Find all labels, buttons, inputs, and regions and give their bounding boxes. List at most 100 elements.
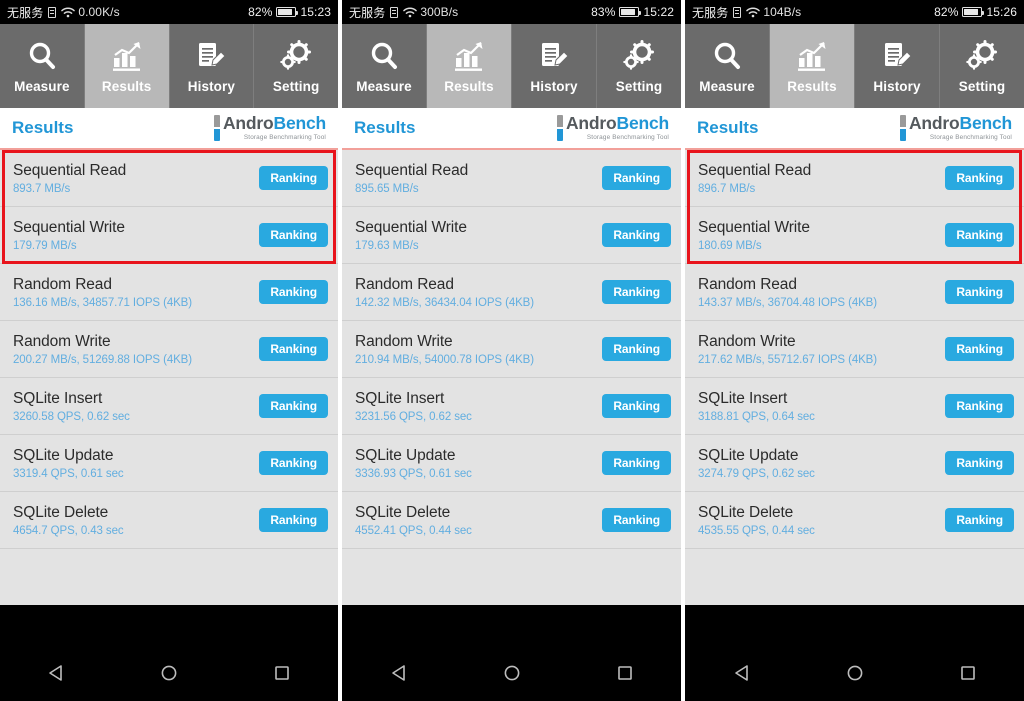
ranking-button[interactable]: Ranking bbox=[945, 394, 1014, 418]
ranking-button[interactable]: Ranking bbox=[259, 394, 328, 418]
androbench-logo: AndroBench Storage Benchmarking Tool bbox=[213, 114, 326, 141]
ranking-button[interactable]: Ranking bbox=[602, 223, 671, 247]
table-row[interactable]: Random Read 143.37 MB/s, 36704.48 IOPS (4… bbox=[685, 264, 1024, 321]
tab-label: Setting bbox=[958, 79, 1006, 94]
network-speed-label: 0.00K/s bbox=[78, 5, 120, 19]
table-row[interactable]: Sequential Read 896.7 MB/s Ranking bbox=[685, 150, 1024, 207]
table-row[interactable]: SQLite Update 3336.93 QPS, 0.61 sec Rankin… bbox=[342, 435, 681, 492]
network-speed-label: 104B/s bbox=[763, 5, 802, 19]
magnifier-icon bbox=[368, 38, 400, 74]
table-row[interactable]: Sequential Write 180.69 MB/s Ranking bbox=[685, 207, 1024, 264]
table-row[interactable]: SQLite Delete 4535.55 QPS, 0.44 sec Rankin… bbox=[685, 492, 1024, 549]
table-row[interactable]: SQLite Insert 3188.81 QPS, 0.64 sec Rankin… bbox=[685, 378, 1024, 435]
benchmark-name: Sequential Read bbox=[355, 161, 469, 179]
tab-label: Results bbox=[787, 79, 837, 94]
table-row[interactable]: Random Read 142.32 MB/s, 36434.04 IOPS (4… bbox=[342, 264, 681, 321]
tab-setting[interactable]: Setting bbox=[254, 24, 338, 108]
ranking-button[interactable]: Ranking bbox=[945, 451, 1014, 475]
tab-measure[interactable]: Measure bbox=[0, 24, 85, 108]
bar-chart-icon bbox=[453, 38, 485, 74]
table-row[interactable]: SQLite Delete 4552.41 QPS, 0.44 sec Rankin… bbox=[342, 492, 681, 549]
table-row[interactable]: Random Write 200.27 MB/s, 51269.88 IOPS (… bbox=[0, 321, 338, 378]
table-row[interactable]: Sequential Write 179.79 MB/s Ranking bbox=[0, 207, 338, 264]
logo-secondary-text: Bench bbox=[959, 113, 1013, 134]
tab-history[interactable]: History bbox=[170, 24, 255, 108]
ranking-button[interactable]: Ranking bbox=[259, 451, 328, 475]
tab-results[interactable]: Results bbox=[770, 24, 855, 108]
home-circle-icon[interactable] bbox=[145, 663, 193, 683]
benchmark-name: SQLite Update bbox=[355, 446, 456, 464]
recents-square-icon[interactable] bbox=[258, 663, 306, 683]
ranking-button[interactable]: Ranking bbox=[602, 337, 671, 361]
page-title: Results bbox=[12, 118, 74, 137]
table-row[interactable]: Sequential Write 179.63 MB/s Ranking bbox=[342, 207, 681, 264]
home-circle-icon[interactable] bbox=[488, 663, 536, 683]
ranking-button[interactable]: Ranking bbox=[945, 508, 1014, 532]
phone-screen-3: 无服务 104B/s 82% 15:26 Measure Results History Se… bbox=[685, 0, 1024, 701]
ranking-button[interactable]: Ranking bbox=[602, 451, 671, 475]
table-row[interactable]: Random Read 136.16 MB/s, 34857.71 IOPS (4… bbox=[0, 264, 338, 321]
back-triangle-icon[interactable] bbox=[375, 663, 423, 683]
benchmark-value: 3319.4 QPS, 0.61 sec bbox=[13, 467, 124, 480]
benchmark-name: Random Write bbox=[13, 332, 111, 350]
ranking-button[interactable]: Ranking bbox=[259, 280, 328, 304]
table-row[interactable]: SQLite Delete 4654.7 QPS, 0.43 sec Ranking bbox=[0, 492, 338, 549]
table-row[interactable]: SQLite Update 3274.79 QPS, 0.62 sec Rankin… bbox=[685, 435, 1024, 492]
benchmark-value: 896.7 MB/s bbox=[698, 182, 756, 195]
tab-label: Results bbox=[101, 79, 152, 94]
gears-icon bbox=[280, 38, 312, 74]
benchmark-value: 893.7 MB/s bbox=[13, 182, 71, 195]
app-header: Results AndroBench Storage Benchmarking To… bbox=[685, 108, 1024, 150]
benchmark-value: 179.79 MB/s bbox=[13, 239, 77, 252]
table-row[interactable]: SQLite Update 3319.4 QPS, 0.61 sec Ranking bbox=[0, 435, 338, 492]
back-triangle-icon[interactable] bbox=[718, 663, 766, 683]
ranking-button[interactable]: Ranking bbox=[945, 166, 1014, 190]
tab-setting[interactable]: Setting bbox=[940, 24, 1024, 108]
benchmark-value: 142.32 MB/s, 36434.04 IOPS (4KB) bbox=[355, 296, 534, 309]
results-list: Sequential Read 895.65 MB/s Ranking Sequent… bbox=[342, 150, 681, 605]
tab-label: History bbox=[873, 79, 921, 94]
ranking-button[interactable]: Ranking bbox=[259, 337, 328, 361]
page-title: Results bbox=[354, 118, 416, 137]
tab-label: Setting bbox=[272, 79, 320, 94]
benchmark-name: Sequential Write bbox=[698, 218, 810, 236]
wifi-icon bbox=[403, 7, 418, 18]
ranking-button[interactable]: Ranking bbox=[945, 280, 1014, 304]
recents-square-icon[interactable] bbox=[601, 663, 649, 683]
tab-measure[interactable]: Measure bbox=[342, 24, 427, 108]
ranking-button[interactable]: Ranking bbox=[602, 166, 671, 190]
tab-history[interactable]: History bbox=[512, 24, 597, 108]
table-row[interactable]: SQLite Insert 3260.58 QPS, 0.62 sec Rankin… bbox=[0, 378, 338, 435]
tab-label: Measure bbox=[14, 79, 70, 94]
benchmark-value: 3274.79 QPS, 0.62 sec bbox=[698, 467, 815, 480]
ranking-button[interactable]: Ranking bbox=[602, 280, 671, 304]
table-row[interactable]: Sequential Read 895.65 MB/s Ranking bbox=[342, 150, 681, 207]
table-row[interactable]: Random Write 217.62 MB/s, 55712.67 IOPS (… bbox=[685, 321, 1024, 378]
table-row[interactable]: Random Write 210.94 MB/s, 54000.78 IOPS (… bbox=[342, 321, 681, 378]
clock-label: 15:23 bbox=[300, 5, 331, 19]
tab-label: History bbox=[530, 79, 578, 94]
benchmark-name: SQLite Update bbox=[13, 446, 114, 464]
ranking-button[interactable]: Ranking bbox=[259, 223, 328, 247]
tab-history[interactable]: History bbox=[855, 24, 940, 108]
tab-results[interactable]: Results bbox=[84, 24, 170, 108]
logo-mark-icon bbox=[556, 115, 563, 141]
benchmark-value: 4552.41 QPS, 0.44 sec bbox=[355, 524, 472, 537]
ranking-button[interactable]: Ranking bbox=[602, 394, 671, 418]
ranking-button[interactable]: Ranking bbox=[945, 223, 1014, 247]
tab-results[interactable]: Results bbox=[427, 24, 512, 108]
ranking-button[interactable]: Ranking bbox=[602, 508, 671, 532]
tab-label: Setting bbox=[615, 79, 663, 94]
ranking-button[interactable]: Ranking bbox=[259, 166, 328, 190]
ranking-button[interactable]: Ranking bbox=[945, 337, 1014, 361]
tab-measure[interactable]: Measure bbox=[685, 24, 770, 108]
ranking-button[interactable]: Ranking bbox=[259, 508, 328, 532]
back-triangle-icon[interactable] bbox=[32, 663, 80, 683]
sim-card-icon bbox=[390, 6, 399, 18]
table-row[interactable]: Sequential Read 893.7 MB/s Ranking bbox=[0, 150, 338, 207]
recents-square-icon[interactable] bbox=[944, 663, 992, 683]
table-row[interactable]: SQLite Insert 3231.56 QPS, 0.62 sec Rankin… bbox=[342, 378, 681, 435]
tab-setting[interactable]: Setting bbox=[597, 24, 681, 108]
home-circle-icon[interactable] bbox=[831, 663, 879, 683]
status-bar: 无服务 300B/s 83% 15:22 bbox=[342, 0, 681, 24]
